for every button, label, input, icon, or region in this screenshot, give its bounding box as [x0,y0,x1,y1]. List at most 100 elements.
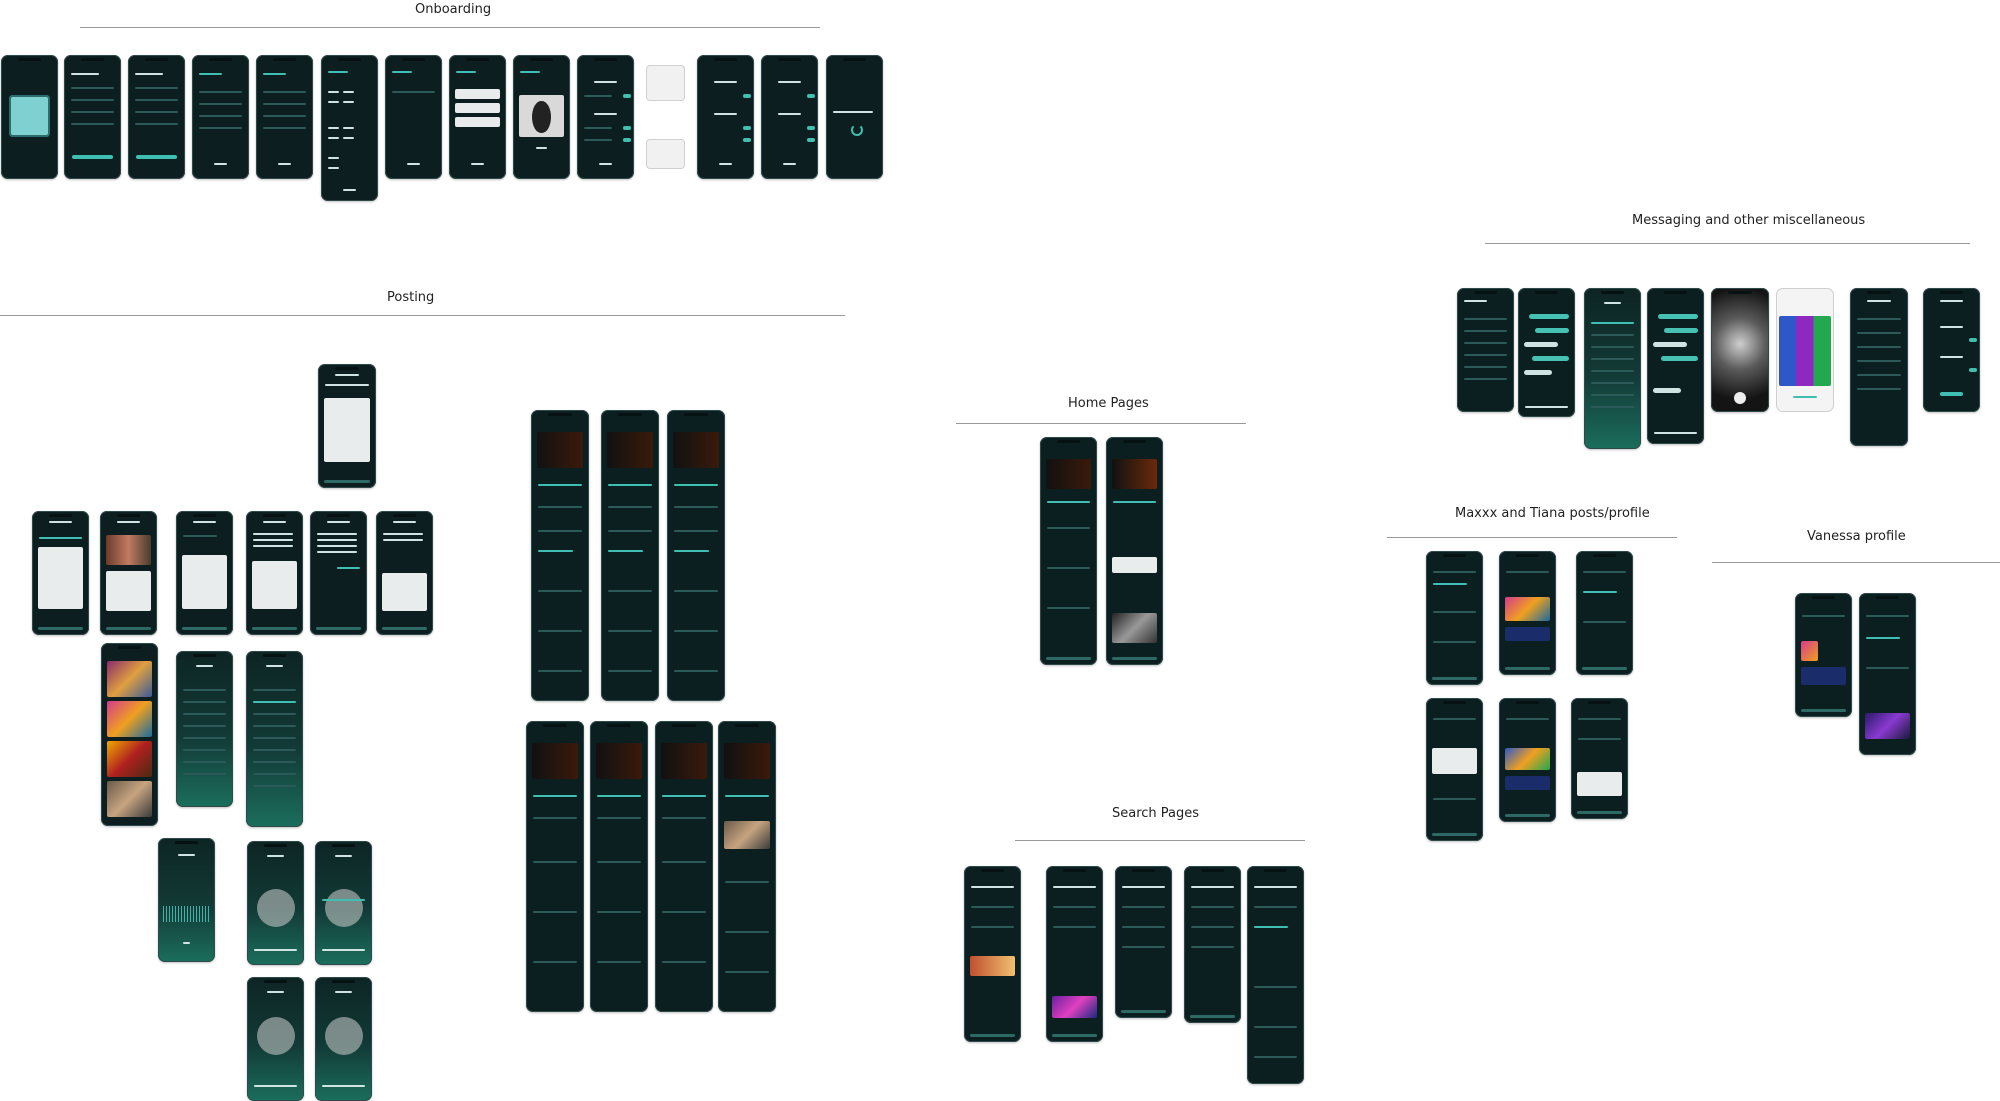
toggle-switch[interactable] [806,138,815,142]
tab-bar[interactable] [1581,667,1628,670]
toggle-switch[interactable] [806,126,815,130]
next-button[interactable] [277,163,292,165]
search-screen[interactable] [1115,866,1172,1018]
onboarding-data-privacy-on-screen[interactable] [697,55,754,179]
list-item[interactable] [182,725,227,727]
feed-post-screen[interactable] [601,410,659,701]
tab-bar[interactable] [1576,811,1623,814]
list-item[interactable] [1590,382,1635,384]
list-item[interactable] [252,713,297,715]
shutter-button-icon[interactable] [1734,392,1746,404]
conversation-item[interactable] [1463,366,1508,368]
progress-bar[interactable] [321,1085,366,1087]
conversation-item[interactable] [1463,378,1508,380]
onboarding-genres-screen[interactable] [321,55,378,201]
feed-post-screen[interactable] [590,721,648,1012]
next-button[interactable] [342,189,357,191]
tab-bar[interactable] [105,627,152,630]
list-item[interactable] [182,689,227,691]
post-text-area[interactable] [251,561,298,609]
genre-chip[interactable] [342,127,355,129]
onboarding-artists-screen[interactable] [385,55,442,179]
feed-post-screen[interactable] [531,410,589,701]
list-item[interactable] [182,713,227,715]
list-item[interactable] [182,761,227,763]
primary-button[interactable] [135,155,177,159]
feed-post-screen[interactable] [667,410,725,701]
tab-bar[interactable] [1431,677,1478,680]
toggle-switch[interactable] [742,138,751,142]
post-text-area[interactable] [105,571,152,611]
activity-item[interactable] [1856,360,1902,362]
onboarding-building-feed-screen[interactable] [826,55,883,179]
post-card[interactable] [1111,557,1158,573]
search-screen[interactable] [1184,866,1241,1023]
vanessa-post-screen[interactable] [1859,593,1916,755]
genre-chip[interactable] [327,91,340,93]
photo-grid[interactable] [1779,316,1831,386]
lyrics-zoom-selected-screen[interactable] [315,977,372,1101]
post-text-area[interactable] [381,573,428,611]
tab-bar[interactable] [1504,814,1551,817]
tab-bar[interactable] [1051,1034,1098,1037]
selected-lyric[interactable] [321,899,366,901]
select-button[interactable] [1793,396,1817,398]
list-item[interactable] [1590,346,1635,348]
list-item[interactable] [252,785,297,787]
onboarding-artists-selected-screen[interactable] [449,55,506,179]
tiana-post-screen[interactable] [1426,698,1483,841]
chat-screen[interactable] [1518,288,1575,417]
search-field[interactable] [1052,886,1097,888]
post-text-area[interactable] [181,555,228,609]
tab-bar[interactable] [181,627,228,630]
message-input[interactable] [1524,406,1569,408]
genre-chip[interactable] [342,137,355,139]
activity-item[interactable] [1856,332,1902,334]
onboarding-about-you-alt-screen[interactable] [256,55,313,179]
songs-share-screen[interactable] [1584,288,1641,449]
tiana-post-alt-screen[interactable] [1571,698,1628,819]
tab-bar[interactable] [37,627,84,630]
genre-chip[interactable] [327,157,340,159]
post-text-area[interactable] [323,398,371,462]
onboarding-notifications-screen[interactable] [761,55,818,179]
toggle-switch[interactable] [1968,368,1977,372]
new-post-poll-screen[interactable] [176,511,233,635]
progress-bar[interactable] [253,949,298,951]
conversation-item[interactable] [1463,318,1508,320]
progress-bar[interactable] [253,1085,298,1087]
genre-chip[interactable] [327,127,340,129]
primary-button[interactable] [71,155,113,159]
toggle-switch[interactable] [806,94,815,98]
toggle-switch[interactable] [622,94,631,98]
tab-bar[interactable] [323,480,371,483]
post-card[interactable] [1800,667,1847,685]
list-item[interactable] [252,761,297,763]
artist-card[interactable] [454,103,501,113]
list-item[interactable] [252,773,297,775]
onboarding-create-account-screen[interactable] [64,55,121,179]
permission-dialog[interactable] [647,140,684,168]
search-field[interactable] [970,886,1015,888]
search-results-screen[interactable] [1046,866,1103,1042]
search-screen[interactable] [964,866,1021,1042]
onboarding-avatar-screen[interactable] [513,55,570,179]
search-field[interactable] [1253,886,1298,888]
list-item[interactable] [1590,370,1635,372]
new-post-text-screen[interactable] [32,511,89,635]
list-item[interactable] [1590,334,1635,336]
artist-card[interactable] [454,117,501,127]
list-item[interactable] [1590,322,1635,324]
artist-card[interactable] [454,89,501,99]
tab-bar[interactable] [969,1034,1016,1037]
chat-with-song-screen[interactable] [1647,288,1704,444]
list-item[interactable] [252,725,297,727]
lyrics-screen[interactable] [247,841,304,965]
tab-bar[interactable] [1120,1010,1167,1013]
list-item[interactable] [252,737,297,739]
genre-chip[interactable] [327,101,340,103]
onboarding-create-account-filled-screen[interactable] [128,55,185,179]
tiana-profile-screen[interactable] [1576,551,1633,675]
list-item[interactable] [252,689,297,691]
list-item[interactable] [1590,394,1635,396]
